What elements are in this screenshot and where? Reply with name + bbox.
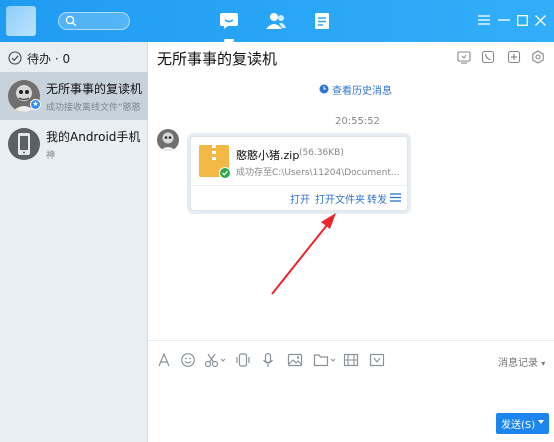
settings-icon[interactable] bbox=[531, 50, 545, 64]
title-bar bbox=[0, 0, 554, 42]
send-button[interactable]: 发送(S) bbox=[496, 413, 549, 434]
todo-label: 待办 · 0 bbox=[27, 51, 71, 66]
emoji-icon[interactable] bbox=[180, 352, 196, 368]
files-tab-icon[interactable] bbox=[310, 9, 334, 33]
card-divider bbox=[191, 185, 407, 186]
chat-title: 无所事事的复读机 bbox=[157, 50, 278, 68]
open-file-link[interactable]: 打开 bbox=[290, 191, 310, 206]
clock-icon bbox=[319, 84, 329, 94]
screen-share-icon[interactable] bbox=[457, 50, 471, 64]
add-member-icon[interactable] bbox=[507, 50, 521, 64]
success-check-icon bbox=[219, 167, 231, 179]
minimize-icon[interactable] bbox=[496, 12, 512, 28]
message-record-label: 消息记录 bbox=[498, 358, 538, 369]
send-label: 发送(S) bbox=[501, 420, 536, 431]
phone-avatar-icon bbox=[8, 128, 40, 160]
history-label: 查看历史消息 bbox=[332, 85, 392, 97]
search-icon bbox=[65, 15, 77, 27]
search-box[interactable] bbox=[58, 12, 130, 30]
input-divider bbox=[148, 340, 554, 341]
mic-icon[interactable] bbox=[260, 352, 276, 368]
contact-preview: 神 bbox=[46, 150, 56, 161]
file-save-status: 成功存至C:\Users\11204\Document... bbox=[236, 168, 400, 178]
chat-tab-icon[interactable] bbox=[217, 9, 241, 42]
screenshot-icon[interactable] bbox=[343, 352, 359, 368]
star-badge-icon: ★ bbox=[30, 99, 41, 110]
file-message-card[interactable]: 憨憨小猪.zip (56.36KB) 成功存至C:\Users\11204\Do… bbox=[190, 136, 408, 211]
todo-header[interactable]: 待办 · 0 bbox=[0, 42, 148, 74]
menu-icon[interactable] bbox=[476, 12, 492, 28]
contact-name: 我的Android手机 bbox=[46, 129, 141, 144]
file-size: (56.36KB) bbox=[299, 148, 344, 158]
chevron-down-icon: ▾ bbox=[541, 359, 546, 368]
scissors-icon[interactable] bbox=[204, 352, 226, 368]
more-menu-icon[interactable] bbox=[390, 193, 401, 202]
contact-preview: 成功接收离线文件“憨憨 bbox=[46, 102, 141, 113]
contacts-tab-icon[interactable] bbox=[264, 9, 288, 33]
open-folder-link[interactable]: 打开文件夹 bbox=[315, 191, 365, 206]
peer-avatar[interactable] bbox=[157, 129, 179, 151]
message-record-button[interactable]: 消息记录 ▾ bbox=[498, 354, 545, 369]
close-icon[interactable] bbox=[532, 12, 548, 28]
image-icon[interactable] bbox=[287, 352, 303, 368]
send-options-icon[interactable] bbox=[538, 420, 544, 424]
folder-icon[interactable] bbox=[313, 352, 337, 368]
phone-icon[interactable] bbox=[481, 50, 495, 64]
calendar-icon[interactable] bbox=[369, 352, 385, 368]
file-name: 憨憨小猪.zip bbox=[236, 149, 300, 162]
conversation-list: 待办 · 0 ★ 无所事事的复读机 成功接收离线文件“憨憨 我的Android手… bbox=[0, 42, 148, 442]
shake-icon[interactable] bbox=[235, 352, 251, 368]
contact-item-android[interactable]: 我的Android手机 神 bbox=[0, 120, 148, 168]
zip-file-icon bbox=[199, 145, 231, 179]
message-timestamp: 20:55:52 bbox=[335, 116, 380, 127]
contact-name: 无所事事的复读机 bbox=[46, 81, 142, 96]
user-avatar[interactable] bbox=[6, 6, 36, 36]
maximize-icon[interactable] bbox=[514, 12, 530, 28]
check-circle-icon bbox=[8, 51, 22, 65]
forward-link[interactable]: 转发 bbox=[367, 191, 387, 206]
font-icon[interactable] bbox=[156, 352, 172, 368]
view-history-link[interactable]: 查看历史消息 bbox=[319, 82, 392, 97]
contact-item-fudu[interactable]: ★ 无所事事的复读机 成功接收离线文件“憨憨 bbox=[0, 72, 148, 120]
